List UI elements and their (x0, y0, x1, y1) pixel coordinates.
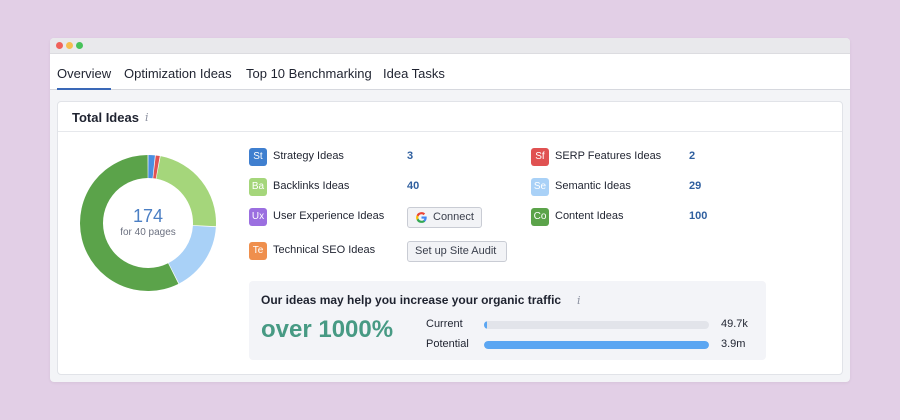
idea-label: Backlinks Ideas (273, 180, 350, 192)
idea-label: Technical SEO Ideas (273, 244, 376, 256)
maximize-window-icon[interactable] (76, 42, 83, 49)
potential-traffic-bar (484, 341, 709, 349)
promo-info-icon[interactable]: i (577, 294, 581, 307)
potential-traffic-value: 3.9m (721, 338, 746, 350)
promo-title: Our ideas may help you increase your org… (261, 293, 562, 307)
idea-label: Content Ideas (555, 210, 624, 222)
total-ideas-value: 174 (132, 206, 164, 226)
idea-label: Strategy Ideas (273, 150, 344, 162)
tab-overview[interactable]: Overview (57, 66, 112, 90)
current-traffic-bar (484, 321, 709, 329)
current-traffic-value: 49.7k (721, 318, 748, 330)
window-titlebar (50, 38, 850, 54)
set-up-site-audit-button[interactable]: Set up Site Audit (407, 241, 507, 262)
potential-label: Potential (426, 338, 469, 350)
traffic-promo-panel: Our ideas may help you increase your org… (249, 281, 766, 360)
connect-google-button[interactable]: Connect (407, 207, 482, 228)
idea-label: SERP Features Ideas (555, 150, 662, 162)
idea-count[interactable]: 40 (407, 180, 419, 192)
backlinks-badge-icon: Ba (249, 178, 267, 196)
current-traffic-fill (484, 321, 487, 329)
semantic-badge-icon: Se (531, 178, 549, 196)
tab-idea-tasks[interactable]: Idea Tasks (383, 66, 445, 81)
google-icon (416, 212, 427, 223)
card-header: Total Ideas i (58, 102, 842, 132)
idea-backlinks[interactable]: Ba Backlinks Ideas 40 (249, 178, 449, 196)
idea-label: Semantic Ideas (555, 180, 631, 192)
idea-user-experience[interactable]: Ux User Experience Ideas (249, 208, 409, 226)
minimize-window-icon[interactable] (66, 42, 73, 49)
total-ideas-card: Total Ideas i 174 for 40 pages St Strate… (57, 101, 843, 375)
idea-count[interactable]: 100 (689, 210, 707, 222)
tech-badge-icon: Te (249, 242, 267, 260)
card-title: Total Ideas (72, 110, 139, 125)
serp-badge-icon: Sf (531, 148, 549, 166)
tab-top10-benchmarking[interactable]: Top 10 Benchmarking (246, 66, 372, 81)
close-window-icon[interactable] (56, 42, 63, 49)
ux-badge-icon: Ux (249, 208, 267, 226)
current-label: Current (426, 318, 463, 330)
idea-label: User Experience Ideas (273, 210, 385, 222)
info-icon[interactable]: i (145, 111, 149, 124)
idea-count[interactable]: 3 (407, 150, 413, 162)
tab-bar: Overview Optimization Ideas Top 10 Bench… (50, 54, 850, 90)
potential-traffic-fill (484, 341, 709, 349)
idea-semantic[interactable]: Se Semantic Ideas 29 (531, 178, 731, 196)
content-badge-icon: Co (531, 208, 549, 226)
idea-strategy[interactable]: St Strategy Ideas 3 (249, 148, 449, 166)
connect-label: Connect (433, 211, 474, 223)
strategy-badge-icon: St (249, 148, 267, 166)
total-pages-label: for 40 pages (120, 227, 176, 238)
idea-content[interactable]: Co Content Ideas 100 (531, 208, 731, 226)
tab-optimization-ideas[interactable]: Optimization Ideas (124, 66, 232, 81)
idea-count[interactable]: 2 (689, 150, 695, 162)
traffic-increase-value: over 1000% (261, 316, 394, 343)
app-window: Overview Optimization Ideas Top 10 Bench… (50, 38, 850, 382)
idea-count[interactable]: 29 (689, 180, 701, 192)
idea-technical-seo[interactable]: Te Technical SEO Ideas (249, 242, 409, 260)
idea-serp-features[interactable]: Sf SERP Features Ideas 2 (531, 148, 731, 166)
